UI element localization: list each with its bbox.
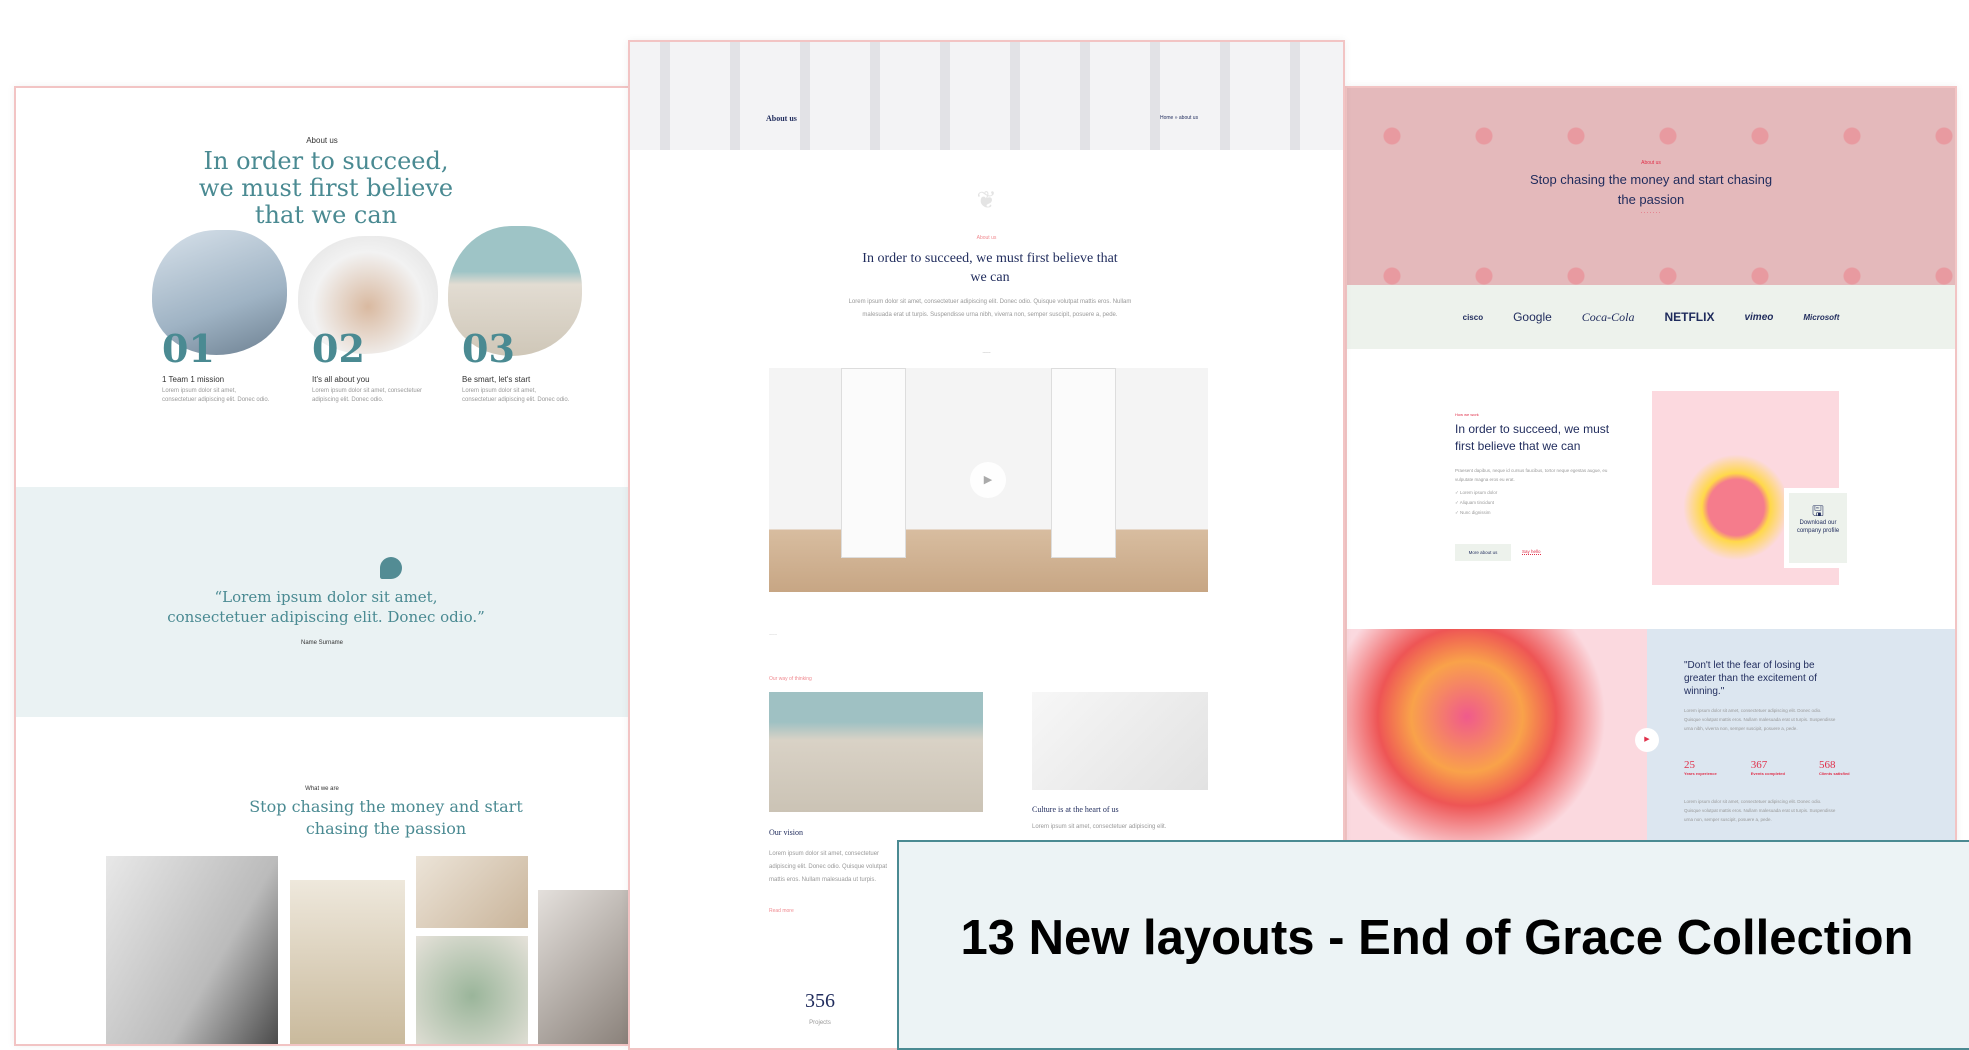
heading-2: Stop chasing the money and start chasing… (249, 797, 523, 838)
squiggle-divider: ﹏ (982, 345, 991, 354)
squiggle-divider-2: ﹏ (769, 627, 777, 636)
quote-panel: "Don't let the fear of losing be greater… (1647, 629, 1955, 844)
checklist-item: ✓ Lorem ipsum dolor (1455, 490, 1498, 495)
breadcrumb-current: about us (1178, 115, 1199, 121)
page-header-banner: About us Home » about us (630, 42, 1343, 150)
checklist-item: ✓ Nunc dignissim (1455, 510, 1491, 515)
climber-image (1032, 692, 1208, 790)
play-button[interactable]: ▶ (970, 462, 1006, 498)
stat: 25 Years experience (1684, 759, 1717, 776)
say-hello-link[interactable]: Say hello (1522, 549, 1541, 555)
stat: 367 Events completed (1750, 759, 1785, 776)
hero-eyebrow: About us (1641, 160, 1661, 166)
dotted-divider: ······· (1640, 210, 1662, 216)
pen-image (538, 890, 628, 1044)
logo-microsoft: Microsoft (1803, 312, 1840, 322)
video-thumbnail[interactable]: ▶ (769, 368, 1208, 592)
body-text: Praesent dapibus, neque id cursus faucib… (1455, 468, 1608, 482)
quote-text: "Don't let the fear of losing be greater… (1684, 660, 1817, 697)
culture-title: Culture is at the heart of us (1032, 805, 1119, 814)
layout-preview-pink: About us Stop chasing the money and star… (1345, 86, 1957, 846)
team-image (106, 856, 278, 1044)
stat-label: Projects (809, 1020, 831, 1026)
banner-title: 13 New layouts - End of Grace Collection (960, 911, 1914, 965)
logo-cisco: cisco (1462, 312, 1484, 322)
play-button[interactable]: ▶ (1635, 728, 1659, 752)
labyrinth-image (769, 692, 983, 812)
download-profile-card[interactable]: 🖫 Download our company profile (1784, 488, 1852, 568)
quote-text: “Lorem ipsum dolor sit amet, consectetue… (167, 588, 485, 626)
quote-body: Lorem ipsum dolor sit amet, consectetuer… (1684, 708, 1836, 731)
vision-text: Lorem ipsum dolor sit amet, consectetuer… (769, 851, 888, 883)
hero-heading: Stop chasing the money and start chasing… (1529, 172, 1773, 207)
checklist: ✓ Lorem ipsum dolor ✓ Aliquam tincidunt … (1455, 488, 1497, 518)
stats-row: 25 Years experience 367 Events completed 5… (1684, 759, 1850, 776)
feature-2: 02 It's all about you Lorem ipsum dolor … (312, 326, 423, 403)
logo-band: cisco Google Coca-Cola NETFLIX vimeo Mic… (1347, 285, 1955, 349)
logo-coca-cola: Coca-Cola (1581, 309, 1635, 324)
eyebrow: About us (976, 235, 997, 241)
logo-netflix: NETFLIX (1664, 310, 1715, 324)
eyebrow-2: What we are (305, 786, 339, 792)
culture-text: Lorem ipsum sit amet, consectetuer adipi… (1032, 824, 1167, 830)
vision-title: Our vision (769, 828, 803, 837)
footer-text: Lorem ipsum dolor sit amet, consectetuer… (1684, 799, 1836, 822)
quote-author: Name Surname (300, 640, 344, 646)
eyebrow: About us (306, 136, 338, 145)
stat: 568 Clients satisfied (1818, 759, 1850, 776)
layout-preview-teal: About us In order to succeed, we must fi… (14, 86, 630, 1046)
checklist-item: ✓ Aliquam tincidunt (1455, 500, 1495, 505)
writing-image (416, 856, 528, 928)
succulent-image (416, 936, 528, 1044)
door-left (841, 368, 906, 558)
more-about-us-button[interactable]: More about us (1455, 544, 1511, 561)
read-more-link[interactable]: Read more (769, 908, 794, 914)
flower-heart-image (1347, 629, 1647, 844)
collection-banner: 13 New layouts - End of Grace Collection (897, 840, 1969, 1050)
quote-bubble-icon (380, 557, 402, 579)
page-title: About us (766, 114, 797, 123)
stat-value: 356 (805, 990, 835, 1012)
logo-google: Google (1513, 310, 1552, 324)
landscape-image (290, 880, 405, 1044)
breadcrumb: Home » about us (1160, 115, 1199, 121)
section-eyebrow: Our way of thinking (769, 676, 812, 682)
heading: In order to succeed, we must first belie… (862, 251, 1118, 285)
hero-section: About us Stop chasing the money and star… (1347, 88, 1955, 285)
logo-vimeo: vimeo (1744, 311, 1774, 323)
save-icon: 🖫 (1812, 503, 1824, 519)
breadcrumb-home[interactable]: Home (1160, 115, 1173, 121)
feature-3: 03 Be smart, let's start Lorem ipsum dol… (462, 326, 570, 403)
leaf-icon: ❦ (976, 187, 997, 214)
door-right (1051, 368, 1116, 558)
intro-text: Lorem ipsum dolor sit amet, consectetuer… (848, 299, 1132, 318)
feature-1: 01 1 Team 1 mission Lorem ipsum dolor si… (162, 326, 270, 403)
eyebrow: How we work (1455, 412, 1479, 417)
heading: In order to succeed, we must first belie… (198, 147, 454, 229)
heading: In order to succeed, we must first belie… (1455, 422, 1610, 453)
quote-section: “Lorem ipsum dolor sit amet, consectetue… (16, 487, 628, 717)
